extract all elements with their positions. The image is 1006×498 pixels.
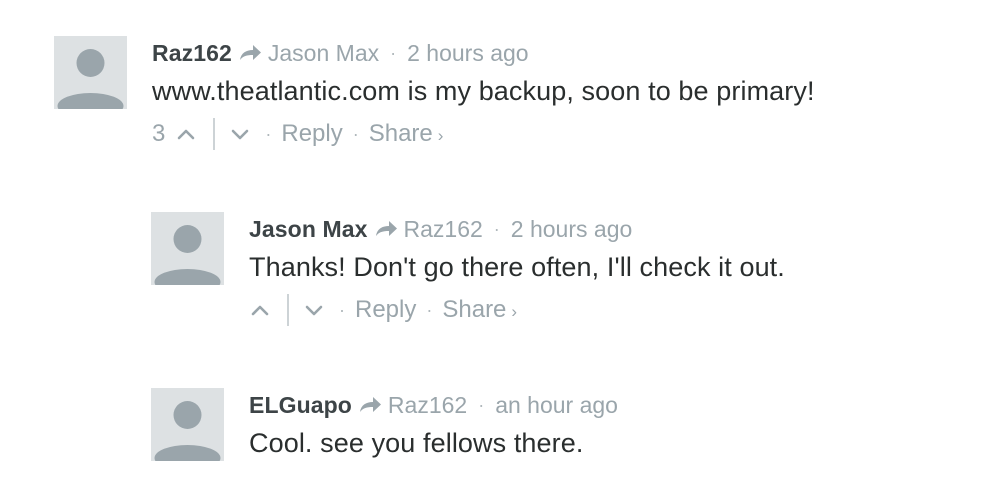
separator-dot: · (352, 123, 359, 144)
separator-dot: · (426, 299, 433, 320)
vote-divider (287, 294, 289, 326)
in-reply-to-author[interactable]: Raz162 (388, 392, 467, 419)
default-avatar-icon (154, 401, 221, 461)
in-reply-to-author[interactable]: Jason Max (268, 40, 379, 67)
upvote-icon[interactable] (175, 123, 197, 145)
vote-divider (213, 118, 216, 150)
comment: Raz162 Jason Max · 2 hours ago www.theat… (54, 36, 815, 153)
separator-dot: · (478, 394, 485, 415)
reply-arrow-icon (375, 221, 397, 236)
reply-arrow-icon (359, 397, 381, 412)
share-label: Share (368, 120, 433, 147)
separator-dot: · (390, 42, 397, 63)
comment: Jason Max Raz162 · 2 hours ago Thanks! D… (151, 212, 785, 329)
upvote-icon[interactable] (249, 299, 271, 321)
comment-actions: 3 · Reply · Share › (152, 115, 815, 153)
chevron-right-icon: › (437, 126, 444, 145)
comment-body: Jason Max Raz162 · 2 hours ago Thanks! D… (249, 212, 785, 329)
comment-timestamp[interactable]: 2 hours ago (407, 40, 528, 67)
reply-button[interactable]: Reply (281, 120, 342, 148)
avatar[interactable] (54, 36, 127, 109)
downvote-icon[interactable] (303, 299, 325, 321)
avatar[interactable] (151, 388, 224, 461)
comment-actions: · Reply · Share › (249, 291, 785, 329)
downvote-icon[interactable] (229, 123, 251, 145)
default-avatar-icon (154, 225, 221, 285)
comment-body: Raz162 Jason Max · 2 hours ago www.theat… (152, 36, 815, 153)
comment: ELGuapo Raz162 · an hour ago Cool. see y… (151, 388, 618, 461)
in-reply-to-author[interactable]: Raz162 (404, 216, 483, 243)
reply-arrow-icon (239, 45, 261, 60)
share-button[interactable]: Share › (442, 296, 517, 324)
author-name[interactable]: Raz162 (152, 40, 232, 67)
comment-header: ELGuapo Raz162 · an hour ago (249, 388, 618, 422)
comment-timestamp[interactable]: an hour ago (495, 392, 618, 419)
chevron-right-icon: › (511, 302, 518, 321)
reply-button[interactable]: Reply (355, 296, 416, 324)
default-avatar-icon (57, 49, 124, 109)
separator-dot: · (265, 123, 272, 144)
separator-dot: · (493, 218, 500, 239)
share-label: Share (442, 296, 507, 323)
avatar[interactable] (151, 212, 224, 285)
share-button[interactable]: Share › (369, 120, 444, 148)
comment-text: Cool. see you fellows there. (249, 428, 584, 458)
author-name[interactable]: Jason Max (249, 216, 368, 243)
comment-text: www.theatlantic.com is my backup, soon t… (152, 76, 815, 106)
comment-header: Jason Max Raz162 · 2 hours ago (249, 212, 785, 246)
author-name[interactable]: ELGuapo (249, 392, 352, 419)
comment-header: Raz162 Jason Max · 2 hours ago (152, 36, 815, 70)
vote-count: 3 (152, 120, 166, 147)
comment-text: Thanks! Don't go there often, I'll check… (249, 252, 785, 282)
separator-dot: · (339, 299, 345, 320)
comment-timestamp[interactable]: 2 hours ago (511, 216, 632, 243)
comment-body: ELGuapo Raz162 · an hour ago Cool. see y… (249, 388, 618, 459)
